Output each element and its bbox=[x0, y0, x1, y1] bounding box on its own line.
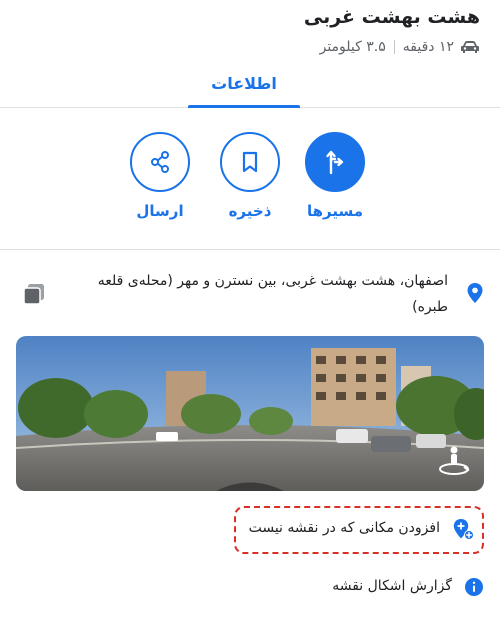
tab-bar: اطلاعات bbox=[0, 66, 500, 108]
address-text: اصفهان، هشت بهشت غربی، بین نسترن و مهر (… bbox=[97, 273, 448, 315]
directions-icon bbox=[326, 150, 344, 175]
meta-separator bbox=[393, 40, 395, 54]
save-circle bbox=[220, 132, 280, 192]
travel-info: ۱۲ دقیقه ۳.۵ کیلومتر bbox=[320, 39, 480, 55]
share-button[interactable]: ارسال bbox=[125, 132, 195, 220]
add-location-icon bbox=[453, 519, 474, 540]
save-button[interactable]: ذخیره bbox=[215, 132, 285, 220]
tab-info[interactable]: اطلاعات bbox=[188, 66, 300, 108]
bookmark-icon bbox=[242, 151, 258, 173]
tab-selected-indicator bbox=[188, 105, 300, 108]
add-place-label: افزودن مکانی که در نقشه نیست bbox=[248, 520, 440, 536]
routes-label: مسیرها bbox=[306, 202, 364, 220]
share-circle bbox=[130, 132, 190, 192]
car-icon bbox=[461, 41, 479, 53]
street-view-image bbox=[16, 336, 484, 491]
address-row: اصفهان، هشت بهشت غربی، بین نسترن و مهر (… bbox=[0, 262, 500, 322]
save-label: ذخیره bbox=[228, 202, 272, 220]
info-icon bbox=[465, 578, 483, 596]
routes-circle bbox=[305, 132, 365, 192]
street-view-360-icon bbox=[439, 446, 470, 475]
add-missing-place-link[interactable]: افزودن مکانی که در نقشه نیست bbox=[234, 506, 484, 554]
copy-icon[interactable] bbox=[22, 282, 46, 306]
location-pin-icon bbox=[467, 283, 483, 303]
report-map-issue-link[interactable]: گزارش اشکال نقشه bbox=[244, 574, 484, 604]
street-view-preview[interactable] bbox=[16, 336, 484, 491]
section-divider bbox=[0, 249, 500, 250]
place-title: هشت بهشت غربی bbox=[303, 6, 480, 28]
share-label: ارسال bbox=[136, 202, 184, 220]
routes-button[interactable]: مسیرها bbox=[300, 132, 370, 220]
action-buttons: مسیرها ذخیره ارسال bbox=[0, 132, 500, 228]
distance-text: ۳.۵ کیلومتر bbox=[319, 39, 386, 55]
report-label: گزارش اشکال نقشه bbox=[332, 578, 452, 594]
duration-text: ۱۲ دقیقه bbox=[402, 39, 454, 55]
share-icon bbox=[151, 151, 169, 173]
